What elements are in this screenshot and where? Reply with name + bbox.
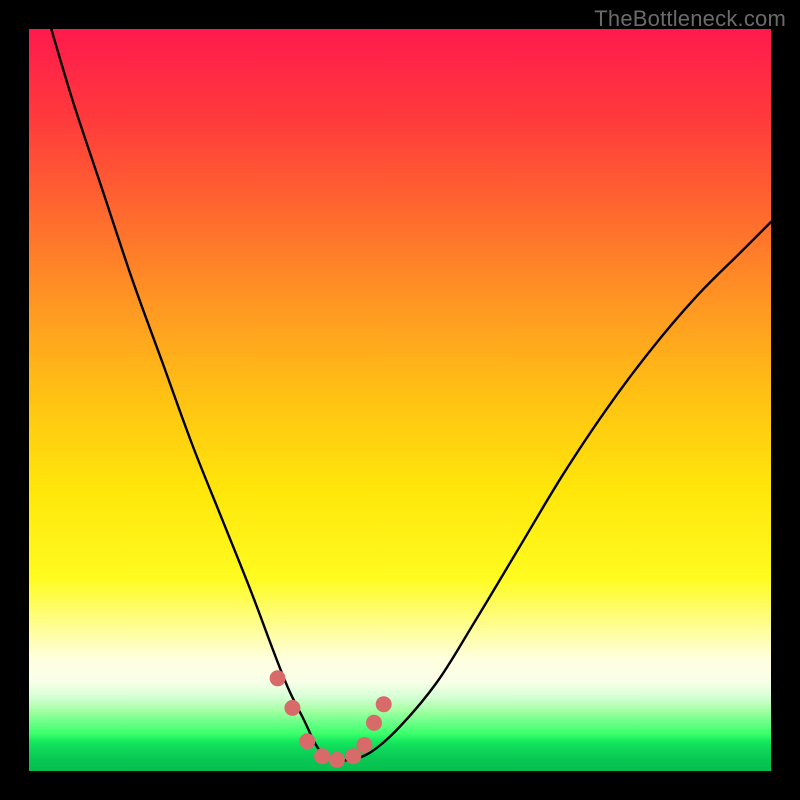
highlight-marker: [270, 670, 286, 686]
highlight-marker: [356, 737, 372, 753]
highlight-marker: [299, 733, 315, 749]
watermark-text: TheBottleneck.com: [594, 6, 786, 32]
highlight-marker: [329, 752, 345, 768]
highlight-marker: [366, 715, 382, 731]
chart-plot-area: [29, 29, 771, 771]
highlight-marker: [284, 700, 300, 716]
highlight-markers: [270, 670, 392, 768]
highlight-marker: [345, 748, 361, 764]
bottleneck-curve: [51, 29, 771, 761]
highlight-marker: [376, 696, 392, 712]
bottleneck-curve-svg: [29, 29, 771, 771]
highlight-marker: [314, 748, 330, 764]
